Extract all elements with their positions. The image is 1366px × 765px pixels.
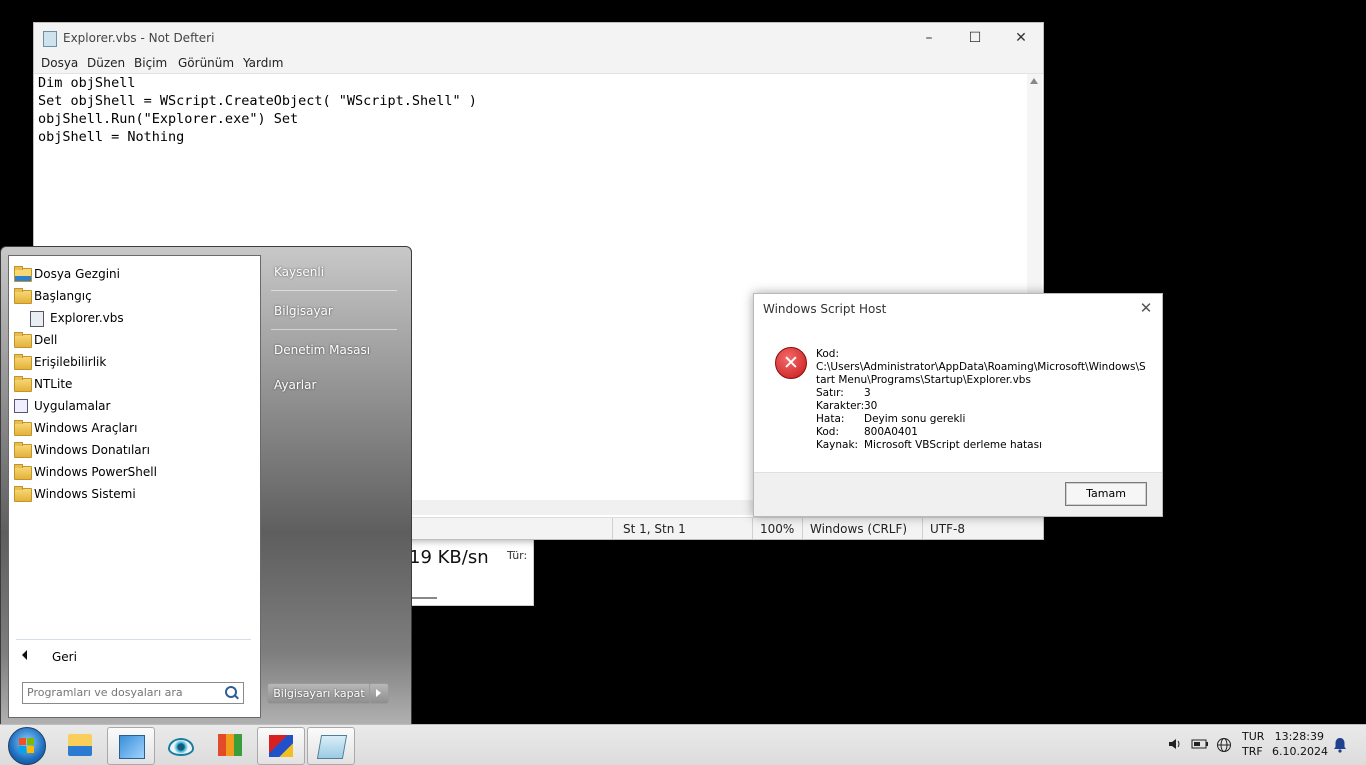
start-right-user[interactable]: Kaysenli (274, 265, 324, 279)
code-value: 800A0401 (864, 426, 918, 438)
list-item-ntlite[interactable]: NTLite (14, 374, 254, 396)
title-bar[interactable]: Explorer.vbs - Not Defteri – ☐ ✕ (34, 23, 1043, 53)
char-label: Karakter: (816, 400, 865, 412)
search-box[interactable] (22, 682, 244, 704)
code-label: Kod: (816, 426, 839, 438)
menu-bar: Dosya Düzen Biçim Görünüm Yardım (34, 53, 1043, 74)
line-ending: Windows (CRLF) (810, 522, 908, 536)
list-item-windows-tools[interactable]: Windows Araçları (14, 418, 254, 440)
script-error-dialog: Windows Script Host ✕ ✕ Kod: C:\Users\Ad… (753, 293, 1163, 517)
start-right-control-panel[interactable]: Denetim Masası (274, 343, 370, 357)
list-item-dell[interactable]: Dell (14, 330, 254, 352)
list-item-windows-system[interactable]: Windows Sistemi (14, 484, 254, 506)
script-path: C:\Users\Administrator\AppData\Roaming\M… (816, 361, 1146, 386)
zoom-level: 100% (760, 522, 795, 536)
taskbar: TUR TRF 13:28:39 6.10.2024 (0, 724, 1366, 765)
error-label: Hata: (816, 413, 845, 425)
window-title: Explorer.vbs - Not Defteri (63, 31, 215, 45)
battery-icon[interactable] (1191, 737, 1208, 751)
divider (16, 639, 251, 640)
start-right-settings[interactable]: Ayarlar (274, 378, 316, 392)
vbs-script-icon (30, 311, 44, 327)
dialog-title: Windows Script Host (763, 302, 887, 316)
shutdown-button[interactable]: Bilgisayarı kapat (267, 683, 371, 704)
source-label: Kaynak: (816, 439, 859, 451)
search-input[interactable] (27, 684, 217, 700)
list-item-windows-accessories[interactable]: Windows Donatıları (14, 440, 254, 462)
menu-view[interactable]: Görünüm (178, 56, 234, 70)
menu-file[interactable]: Dosya (41, 56, 78, 70)
error-value: Deyim sonu gerekli (864, 413, 966, 425)
back-arrow-icon (22, 650, 27, 660)
script-label: Kod: (816, 348, 839, 360)
error-icon: ✕ (775, 347, 807, 379)
ok-button[interactable]: Tamam (1065, 482, 1147, 506)
encoding: UTF-8 (930, 522, 965, 536)
time: 13:28:39 (1274, 730, 1324, 743)
menu-format[interactable]: Biçim (134, 56, 167, 70)
line-value: 3 (864, 387, 871, 399)
shutdown-options-icon[interactable] (369, 683, 389, 704)
char-value: 30 (864, 400, 878, 412)
cursor-position: St 1, Stn 1 (623, 522, 686, 536)
network-globe-icon[interactable] (1216, 737, 1232, 752)
notification-bell-icon[interactable] (1333, 737, 1349, 753)
menu-edit[interactable]: Düzen (87, 56, 125, 70)
language-indicator[interactable]: TUR TRF (1242, 729, 1264, 759)
folder-icon (14, 486, 32, 502)
folder-icon (14, 464, 32, 480)
line-label: Satır: (816, 387, 844, 399)
list-item-explorer-vbs[interactable]: Explorer.vbs (30, 308, 254, 330)
folder-icon (14, 442, 32, 458)
maximize-button[interactable]: ☐ (952, 23, 998, 53)
list-item-startup[interactable]: Başlangıç (14, 286, 254, 308)
transfer-speed: 19 KB/sn (409, 547, 489, 568)
folder-icon (14, 420, 32, 436)
list-item-powershell[interactable]: Windows PowerShell (14, 462, 254, 484)
close-button[interactable]: ✕ (998, 23, 1044, 53)
start-right-computer[interactable]: Bilgisayar (274, 304, 333, 318)
progress-bar (411, 597, 437, 599)
dialog-footer: Tamam (754, 472, 1162, 516)
close-icon[interactable]: ✕ (1136, 298, 1156, 318)
folder-icon (14, 376, 32, 392)
folder-icon (14, 332, 32, 348)
search-icon[interactable] (225, 686, 237, 698)
scroll-up-icon[interactable] (1030, 78, 1038, 84)
back-button[interactable]: Geri (14, 646, 249, 668)
volume-icon[interactable] (1167, 737, 1183, 751)
programs-panel: Dosya Gezgini Başlangıç Explorer.vbs Del… (8, 255, 261, 718)
clock[interactable]: 13:28:39 6.10.2024 (1272, 729, 1328, 759)
list-item-accessibility[interactable]: Erişilebilirlik (14, 352, 254, 374)
apps-icon (14, 399, 28, 413)
date: 6.10.2024 (1272, 745, 1328, 758)
file-explorer-icon (14, 266, 32, 282)
error-message: Kod: C:\Users\Administrator\AppData\Roam… (816, 348, 1146, 452)
start-menu: Dosya Gezgini Başlangıç Explorer.vbs Del… (0, 246, 412, 725)
menu-help[interactable]: Yardım (243, 56, 283, 70)
list-item-apps[interactable]: Uygulamalar (14, 396, 254, 418)
source-value: Microsoft VBScript derleme hatası (864, 439, 1042, 451)
notepad-icon (43, 31, 57, 47)
folder-icon (14, 354, 32, 370)
minimize-button[interactable]: – (906, 23, 952, 53)
transfer-type-label: Tür: (507, 549, 528, 562)
folder-icon (14, 288, 32, 304)
list-item-file-explorer[interactable]: Dosya Gezgini (14, 264, 254, 286)
system-tray: TUR TRF 13:28:39 6.10.2024 (0, 725, 1366, 765)
